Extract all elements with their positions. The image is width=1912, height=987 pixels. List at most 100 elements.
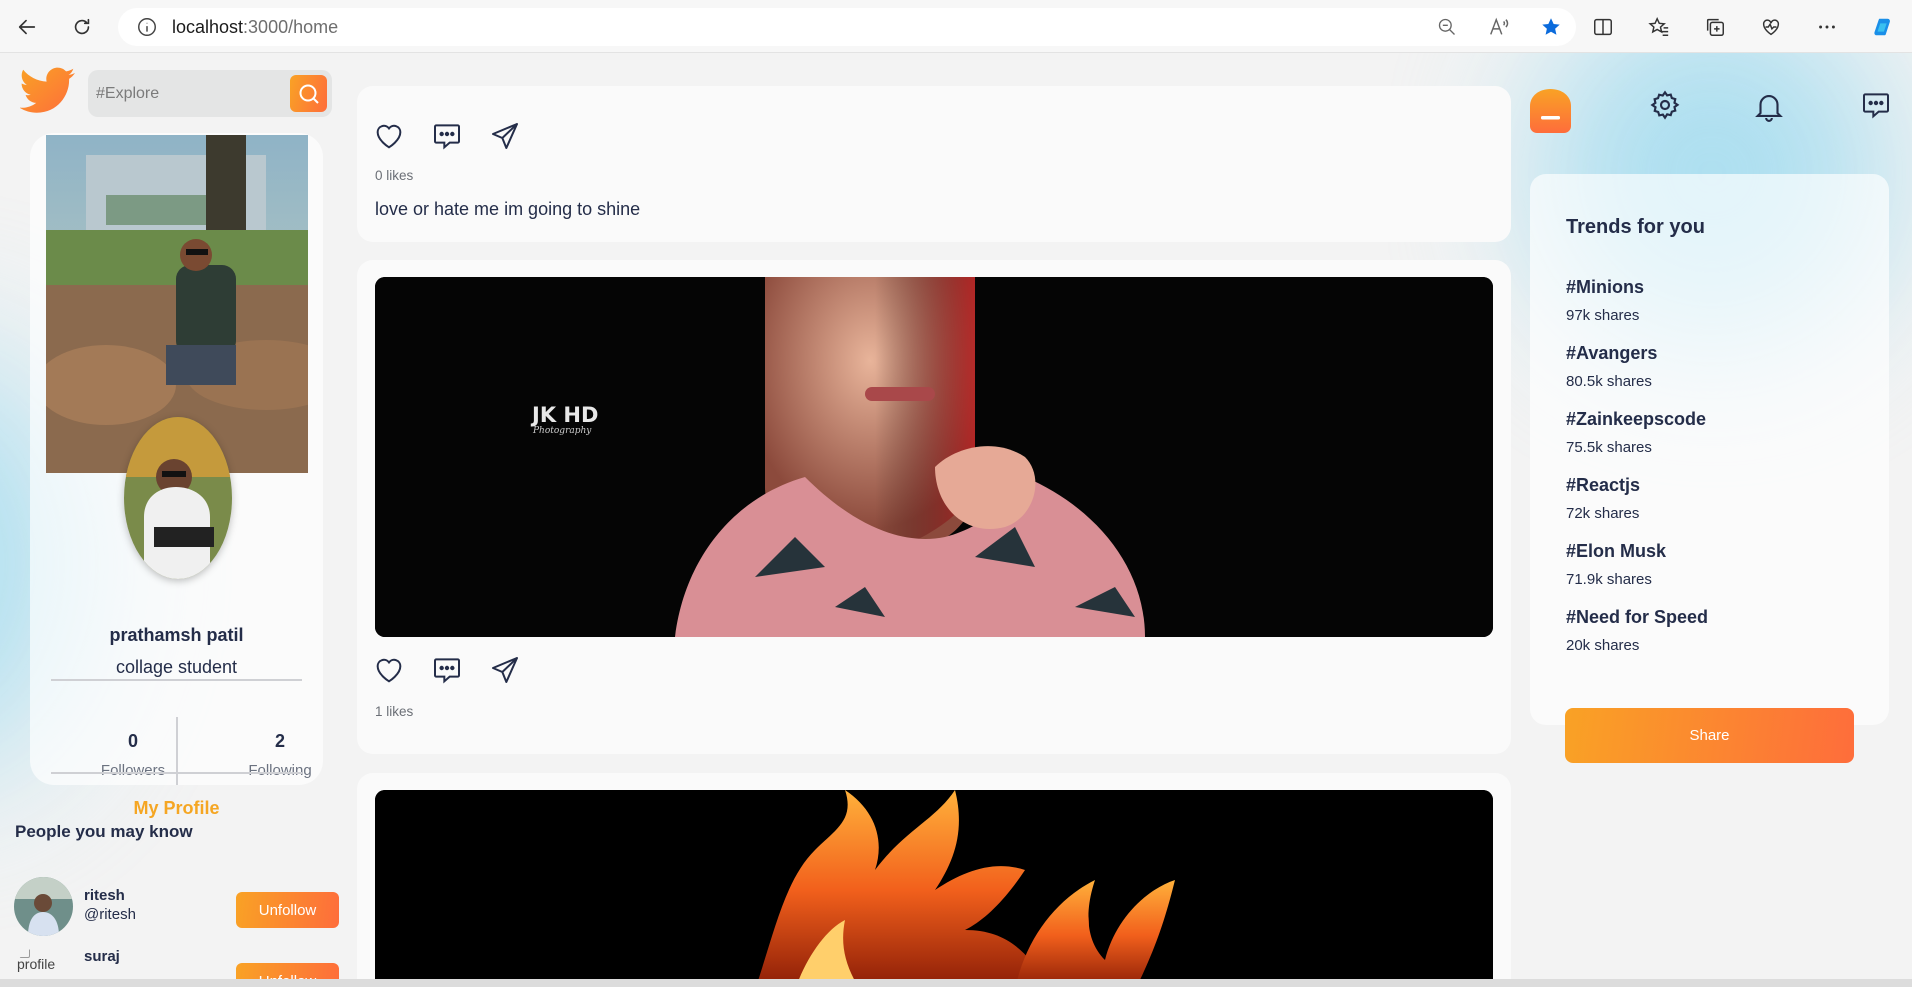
comment-button[interactable] [431, 654, 463, 686]
search-box [88, 70, 332, 117]
person-name: suraj [84, 948, 120, 965]
search-icon [299, 84, 319, 104]
trend-item[interactable]: #Avangers 80.5k shares [1566, 343, 1657, 390]
copilot-button[interactable] [1862, 6, 1904, 48]
like-button[interactable] [373, 654, 405, 686]
url-host: localhost [172, 16, 244, 37]
zoom-icon [1438, 18, 1455, 35]
trend-tag: #Reactjs [1566, 475, 1641, 495]
trend-item[interactable]: #Need for Speed 20k shares [1566, 607, 1708, 654]
comment-button[interactable] [431, 120, 463, 152]
share-post-button[interactable] [489, 120, 521, 152]
person-item: ritesh @ritesh Unfollow [14, 877, 340, 936]
watermark-subtitle: Photography [533, 426, 592, 436]
post-actions [373, 654, 521, 686]
zoom-button[interactable] [1436, 16, 1458, 38]
unfollow-button[interactable]: Unfollow [236, 892, 339, 928]
divider [51, 772, 302, 774]
settings-button[interactable] [1649, 89, 1681, 121]
address-bar[interactable]: localhost:3000/home [118, 8, 1576, 46]
following-count: 2 [274, 731, 285, 751]
likes-count: 1 likes [375, 704, 414, 719]
refresh-button[interactable] [61, 6, 103, 48]
more-icon [1819, 25, 1835, 28]
browser-toolbar: localhost:3000/home [0, 0, 1912, 53]
bottom-strip [0, 979, 1912, 987]
person-avatar[interactable] [14, 877, 73, 936]
trend-tag: #Minions [1566, 277, 1645, 297]
watermark: JK HD [532, 403, 599, 427]
twitter-logo-icon[interactable] [20, 67, 76, 117]
person-avatar[interactable]: profile [14, 946, 73, 979]
heart-icon [376, 124, 402, 149]
person-handle: @ritesh [84, 906, 136, 923]
share-post-button[interactable] [489, 654, 521, 686]
trend-shares: 80.5k shares [1566, 373, 1652, 390]
favorite-button[interactable] [1540, 16, 1562, 38]
split-screen-button[interactable] [1582, 6, 1624, 48]
read-aloud-button[interactable] [1488, 16, 1510, 38]
search-button[interactable] [290, 75, 327, 112]
health-icon [1762, 18, 1780, 35]
message-icon [1863, 93, 1889, 119]
person-name: ritesh [84, 887, 125, 904]
messages-button[interactable] [1860, 89, 1892, 121]
trend-item[interactable]: #Minions 97k shares [1566, 277, 1644, 324]
divider [176, 717, 178, 785]
comment-icon [434, 658, 460, 684]
followers-label: Followers [100, 762, 166, 779]
like-button[interactable] [373, 120, 405, 152]
back-button[interactable] [6, 6, 48, 48]
trend-shares: 75.5k shares [1566, 439, 1652, 456]
favorite-star-icon [1542, 18, 1560, 35]
search-input[interactable] [96, 84, 286, 103]
send-icon [492, 657, 518, 683]
post-image[interactable]: JK HD Photography [375, 277, 1493, 637]
favorites-icon [1648, 16, 1669, 36]
trends-card: Trends for you #Minions 97k shares #Avan… [1530, 174, 1889, 725]
trend-item[interactable]: #Elon Musk 71.9k shares [1566, 541, 1666, 588]
profile-card: prathamsh patil collage student 0 Follow… [30, 133, 323, 818]
avatar-alt-text: profile [17, 956, 56, 972]
notifications-button[interactable] [1752, 89, 1786, 123]
info-icon[interactable] [136, 16, 158, 38]
comment-icon [434, 124, 460, 150]
person-item: profile suraj Unfollow [14, 946, 340, 979]
url-path: :3000/home [243, 16, 339, 37]
followers-count: 0 [127, 731, 138, 751]
trend-shares: 20k shares [1566, 637, 1640, 654]
gear-icon [1650, 90, 1680, 120]
trend-shares: 97k shares [1566, 307, 1640, 324]
home-icon[interactable] [1529, 88, 1572, 134]
read-aloud-icon [1490, 17, 1509, 35]
trend-item[interactable]: #Reactjs 72k shares [1566, 475, 1640, 522]
collections-icon [1706, 18, 1724, 36]
trend-tag: #Zainkeepscode [1566, 409, 1707, 429]
refresh-icon [74, 18, 90, 35]
trend-shares: 72k shares [1566, 505, 1640, 522]
post-card: JK HD Photography 1 likes [357, 260, 1511, 754]
post-image[interactable] [375, 790, 1493, 979]
profile-avatar[interactable] [124, 417, 232, 579]
copilot-icon [1874, 18, 1890, 35]
favorites-button[interactable] [1638, 6, 1680, 48]
share-button[interactable]: Share [1565, 708, 1854, 763]
more-button[interactable] [1806, 6, 1848, 48]
post-text: love or hate me im going to shine [375, 199, 641, 219]
people-title: People you may know [15, 822, 193, 841]
collections-button[interactable] [1694, 6, 1736, 48]
trend-tag: #Elon Musk [1566, 541, 1667, 561]
bell-icon [1755, 95, 1783, 122]
trend-item[interactable]: #Zainkeepscode 75.5k shares [1566, 409, 1706, 456]
trend-tag: #Need for Speed [1566, 607, 1709, 627]
my-profile-link[interactable]: My Profile [30, 798, 323, 819]
health-button[interactable] [1750, 6, 1792, 48]
profile-name: prathamsh patil [109, 625, 244, 645]
post-card: 0 likes love or hate me im going to shin… [357, 86, 1511, 242]
unfollow-button[interactable]: Unfollow [236, 963, 339, 979]
trend-tag: #Avangers [1566, 343, 1658, 363]
app-root: prathamsh patil collage student 0 Follow… [0, 53, 1912, 979]
split-screen-icon [1594, 18, 1612, 35]
heart-icon [376, 658, 402, 683]
likes-count: 0 likes [375, 168, 414, 183]
